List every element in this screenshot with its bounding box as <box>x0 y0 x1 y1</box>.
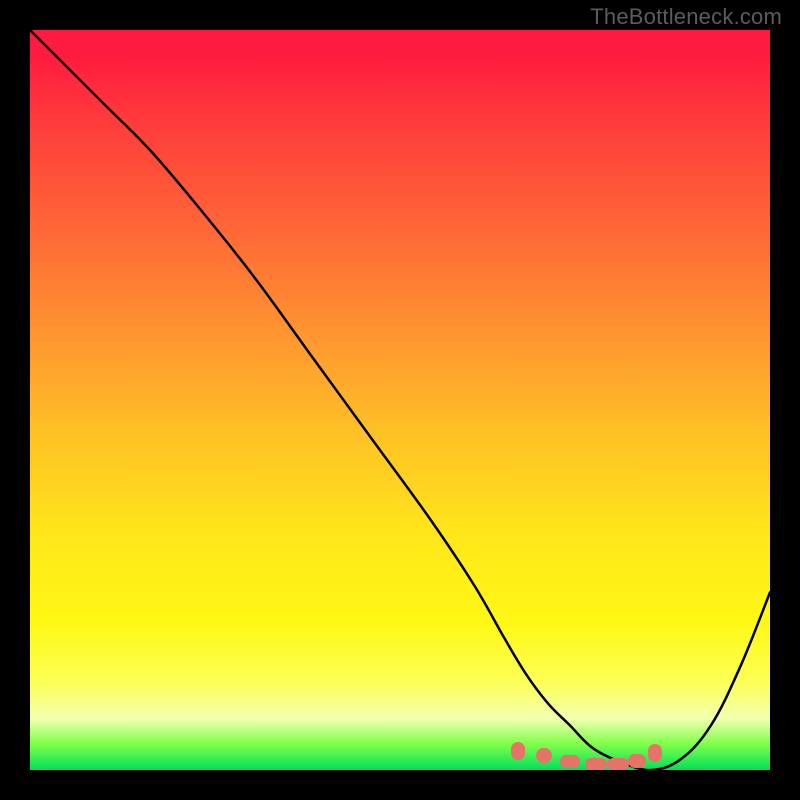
bottleneck-curve <box>30 30 770 770</box>
curve-marker <box>648 744 662 762</box>
plot-area <box>30 30 770 770</box>
curve-marker <box>628 754 646 768</box>
curve-marker <box>560 755 580 768</box>
curve-marker <box>585 758 607 770</box>
curve-marker <box>511 742 525 760</box>
curve-marker <box>536 748 552 763</box>
watermark-text: TheBottleneck.com <box>590 4 782 30</box>
chart-frame: TheBottleneck.com <box>0 0 800 800</box>
curve-marker <box>607 758 629 770</box>
